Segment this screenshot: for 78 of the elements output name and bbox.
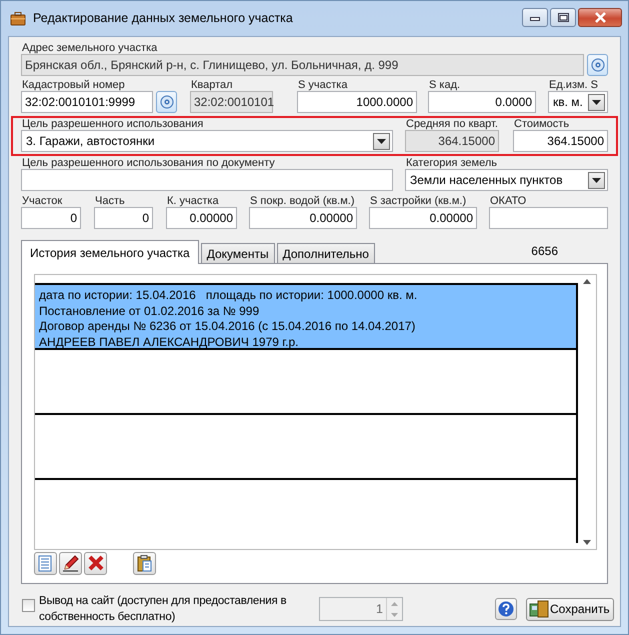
caret-icon	[592, 100, 601, 104]
input-field[interactable]: 364.15000	[405, 130, 499, 152]
help-button[interactable]	[495, 598, 517, 620]
field-label: ОКАТО	[489, 195, 528, 207]
scroll-up-icon[interactable]	[583, 279, 591, 284]
checkbox[interactable]	[22, 599, 35, 612]
toolbar-button[interactable]	[59, 552, 82, 575]
input-field[interactable]: Брянская обл., Брянский р-н, с. Глинищево, ул. Больничная, д. 999	[21, 54, 584, 76]
history-row[interactable]	[35, 478, 578, 543]
lookup-button[interactable]	[156, 91, 177, 113]
dropdown-value: 3. Гаражи, автостоянки	[26, 133, 155, 150]
field-label: S покр. водой (кв.м.)	[249, 195, 356, 207]
close-icon	[594, 12, 606, 23]
toolbar-button[interactable]	[133, 552, 156, 575]
history-text: Постановление от 01.02.2016 за № 999	[39, 304, 260, 319]
disc-icon	[160, 95, 174, 109]
history-row[interactable]	[35, 413, 578, 478]
input-field[interactable]: 364.15000	[513, 130, 608, 152]
maximize-button[interactable]	[550, 8, 576, 27]
window-title: Редактирование данных земельного участка	[33, 10, 294, 28]
save-icon	[529, 600, 549, 618]
field-label: Категория земель	[405, 157, 498, 169]
disc-icon	[590, 58, 604, 72]
maximize-icon	[558, 13, 568, 22]
input-field[interactable]: 0.00000	[166, 207, 237, 229]
lookup-button[interactable]	[587, 54, 608, 76]
minimize-icon	[530, 14, 540, 20]
field-label: S застройки (кв.м.)	[369, 195, 468, 207]
history-text: дата по истории: 15.04.2016 площадь по истории: 1000.0000 кв. м.	[39, 288, 418, 304]
dropdown-field[interactable]: Земли населенных пунктов	[405, 169, 608, 191]
list-icon	[37, 555, 54, 572]
field-label: Адрес земельного участка	[21, 42, 158, 54]
field-label: Участок	[21, 195, 64, 207]
input-field[interactable]	[21, 169, 393, 191]
tab[interactable]: Дополнительно	[276, 243, 375, 263]
field-label: Цель разрешенного использования	[21, 118, 204, 130]
field-label: К. участка	[166, 195, 220, 207]
close-button[interactable]	[578, 8, 622, 27]
field-label: S кад.	[428, 79, 462, 91]
input-field[interactable]	[489, 207, 608, 229]
input-field[interactable]: 0.0000	[428, 91, 536, 113]
input-field[interactable]: 32:02:0010101:9999	[21, 91, 153, 113]
briefcase-icon	[10, 11, 26, 26]
field-label: Ед.изм. S	[548, 79, 600, 91]
tab[interactable]: Документы	[200, 243, 275, 263]
cross-icon	[87, 555, 104, 572]
minimize-button[interactable]	[522, 8, 548, 27]
history-text: Договор аренды № 6236 от 15.04.2016 (с 15.04.2016 по 14.04.2017)	[39, 319, 416, 334]
input-field[interactable]: 0.00000	[369, 207, 477, 229]
input-field[interactable]: 32:02:0010101	[190, 91, 273, 113]
field-label: Часть	[94, 195, 126, 207]
field-label: Средняя по кварт.	[405, 118, 499, 130]
history-text: АНДРЕЕВ ПАВЕЛ АЛЕКСАНДРОВИЧ 1979 г.р.	[39, 334, 300, 350]
field-label: Кадастровый номер	[21, 79, 126, 91]
caret-icon	[377, 138, 386, 144]
tab[interactable]: История земельного участка	[21, 240, 199, 264]
dropdown-value: Земли населенных пунктов	[410, 172, 563, 189]
dropdown-field[interactable]: кв. м.	[548, 91, 608, 113]
history-row[interactable]	[35, 348, 578, 413]
record-count: 6656	[531, 243, 558, 260]
clipboard-icon	[136, 555, 153, 572]
caret-icon	[592, 178, 601, 182]
dropdown-value: кв. м.	[553, 94, 583, 111]
history-row[interactable]	[35, 283, 578, 348]
save-button[interactable]: Сохранить	[526, 598, 614, 620]
field-label: Стоимость	[513, 118, 570, 130]
checkbox-label: Вывод на сайт (доступен для предоставления в собственность бесплатно)	[39, 594, 288, 625]
pencil-icon	[62, 555, 79, 572]
dropdown-field[interactable]: 3. Гаражи, автостоянки	[21, 130, 393, 152]
input-field[interactable]: 1000.0000	[297, 91, 417, 113]
field-label: Цель разрешенного использования по документу	[21, 157, 276, 169]
field-label: S участка	[297, 79, 348, 91]
scroll-down-icon[interactable]	[583, 540, 591, 545]
input-field[interactable]: 0	[94, 207, 153, 229]
field-label: Квартал	[190, 79, 234, 91]
help-icon	[498, 601, 514, 617]
input-field[interactable]: 0.00000	[249, 207, 357, 229]
input-field[interactable]: 0	[21, 207, 81, 229]
